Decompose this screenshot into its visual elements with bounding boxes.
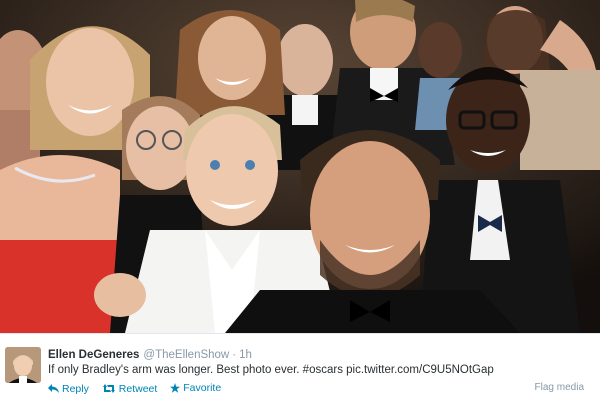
retweet-arrows-icon: [102, 384, 115, 393]
tweet-text: If only Bradley's arm was longer. Best p…: [48, 364, 494, 376]
person-julia: [175, 10, 285, 115]
tweet-photo[interactable]: [0, 0, 600, 333]
tweet-header: Ellen DeGeneres @TheEllenShow · 1h: [48, 349, 252, 361]
reply-button[interactable]: Reply: [48, 383, 89, 395]
favorite-button[interactable]: Favorite: [170, 382, 221, 394]
reply-arrow-icon: [48, 384, 59, 393]
group-selfie-illustration: [0, 0, 600, 333]
star-icon: [170, 383, 181, 393]
avatar[interactable]: [5, 347, 41, 383]
timestamp[interactable]: 1h: [239, 349, 252, 361]
flag-media-link[interactable]: Flag media: [535, 382, 584, 393]
reply-label: Reply: [62, 382, 89, 395]
hand-arm: [94, 273, 146, 317]
avatar-image: [5, 347, 41, 383]
tweet-actions: Reply Retweet Favorite: [48, 382, 231, 396]
retweet-label: Retweet: [118, 382, 158, 395]
favorite-label: Favorite: [183, 382, 222, 394]
author-name[interactable]: Ellen DeGeneres: [48, 349, 139, 361]
separator-dot: ·: [232, 349, 237, 361]
tweet-card: Ellen DeGeneres @TheEllenShow · 1h If only …: [0, 333, 600, 411]
author-handle[interactable]: @TheEllenShow: [143, 349, 229, 361]
retweet-button[interactable]: Retweet: [102, 382, 158, 395]
